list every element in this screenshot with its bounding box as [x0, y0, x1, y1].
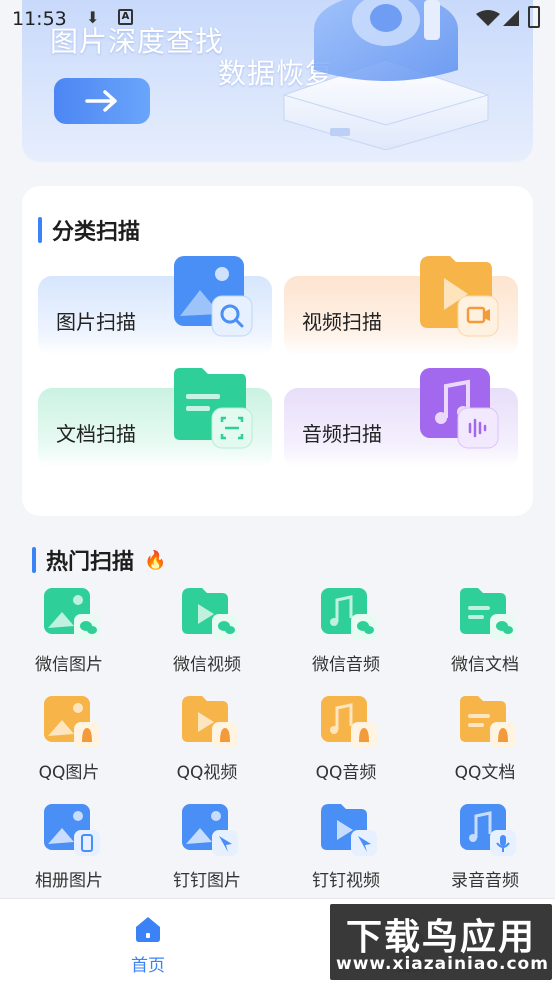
watermark-line1: 下载鸟应用 — [345, 916, 536, 958]
dingtalk-video-icon — [321, 804, 377, 856]
arrow-right-icon — [85, 90, 117, 112]
nav-home-label: 首页 — [131, 956, 165, 976]
hot-item-label: 相册图片 — [35, 871, 103, 891]
tile-image-scan[interactable]: 图片扫描 — [38, 256, 272, 356]
audio-icon — [420, 368, 499, 449]
hot-item-label: 微信视频 — [173, 655, 241, 675]
hot-section-title: 热门扫描 🔥 — [32, 544, 166, 576]
hot-item-label: 钉钉视频 — [312, 871, 380, 891]
hot-item-qq-image[interactable]: QQ图片 — [0, 692, 138, 792]
nav-home-tab[interactable]: 首页 — [118, 913, 178, 977]
hot-item-label: 微信文档 — [451, 655, 519, 675]
download-icon: ⬇ — [86, 8, 100, 27]
hot-item-label: 微信音频 — [312, 655, 380, 675]
document-scan-icon — [174, 368, 253, 449]
image-search-icon — [174, 256, 253, 337]
status-bar: 11:53 ⬇ A — [0, 0, 555, 40]
a-notification-icon: A — [118, 9, 133, 25]
hot-item-wechat-audio[interactable]: 微信音频 — [277, 584, 415, 684]
section-accent-bar — [32, 547, 36, 573]
wechat-video-icon — [182, 588, 238, 640]
fire-icon: 🔥 — [144, 549, 167, 571]
hot-item-label: QQ音频 — [315, 763, 377, 783]
qq-video-icon — [182, 696, 238, 748]
hot-item-wechat-document[interactable]: 微信文档 — [416, 584, 554, 684]
hot-item-label: QQ视频 — [176, 763, 238, 783]
tile-image-scan-label: 图片扫描 — [56, 310, 136, 334]
tile-video-scan[interactable]: 视频扫描 — [284, 256, 518, 356]
section-accent-bar — [38, 217, 42, 243]
qq-document-icon — [460, 696, 516, 748]
qq-image-icon — [44, 696, 100, 748]
hot-item-album-image[interactable]: 相册图片 — [0, 800, 138, 900]
hot-item-recording-audio[interactable]: 录音音频 — [416, 800, 554, 900]
hot-item-label: QQ文档 — [454, 763, 516, 783]
hot-item-wechat-video[interactable]: 微信视频 — [138, 584, 276, 684]
qq-audio-icon — [321, 696, 377, 748]
battery-icon — [528, 6, 540, 28]
hot-item-qq-video[interactable]: QQ视频 — [138, 692, 276, 792]
site-watermark: 下载鸟应用 www.xiazainiao.com — [330, 904, 552, 980]
status-time: 11:53 — [12, 8, 67, 30]
recording-audio-icon — [460, 804, 516, 856]
wechat-image-icon — [44, 588, 100, 640]
hot-item-label: 钉钉图片 — [173, 871, 241, 891]
hot-item-wechat-image[interactable]: 微信图片 — [0, 584, 138, 684]
tile-document-scan[interactable]: 文档扫描 — [38, 368, 272, 468]
banner-go-button[interactable] — [54, 78, 150, 124]
hot-item-qq-audio[interactable]: QQ音频 — [277, 692, 415, 792]
dingtalk-image-icon — [182, 804, 238, 856]
hot-title-text: 热门扫描 — [46, 550, 135, 575]
video-icon — [420, 256, 499, 337]
hot-item-qq-document[interactable]: QQ文档 — [416, 692, 554, 792]
wechat-audio-icon — [321, 588, 377, 640]
home-icon — [136, 917, 160, 942]
hot-item-dingtalk-video[interactable]: 钉钉视频 — [277, 800, 415, 900]
hot-item-label: QQ图片 — [38, 763, 100, 783]
category-scan-card: 分类扫描 图片扫描 视频扫描 文档扫描 音频扫描 — [22, 186, 533, 516]
album-image-icon — [44, 804, 100, 856]
hot-item-label: 微信图片 — [35, 655, 103, 675]
wechat-document-icon — [460, 588, 516, 640]
category-title-text: 分类扫描 — [52, 220, 141, 245]
tile-audio-scan[interactable]: 音频扫描 — [284, 368, 518, 468]
tile-video-scan-label: 视频扫描 — [302, 310, 382, 334]
signal-icon — [503, 10, 519, 26]
tile-audio-scan-label: 音频扫描 — [302, 422, 382, 446]
watermark-line2: www.xiazainiao.com — [336, 954, 549, 974]
tile-document-scan-label: 文档扫描 — [56, 422, 136, 446]
hot-item-label: 录音音频 — [451, 871, 519, 891]
wifi-icon — [476, 10, 500, 26]
hot-item-dingtalk-image[interactable]: 钉钉图片 — [138, 800, 276, 900]
category-section-title: 分类扫描 — [38, 214, 140, 246]
